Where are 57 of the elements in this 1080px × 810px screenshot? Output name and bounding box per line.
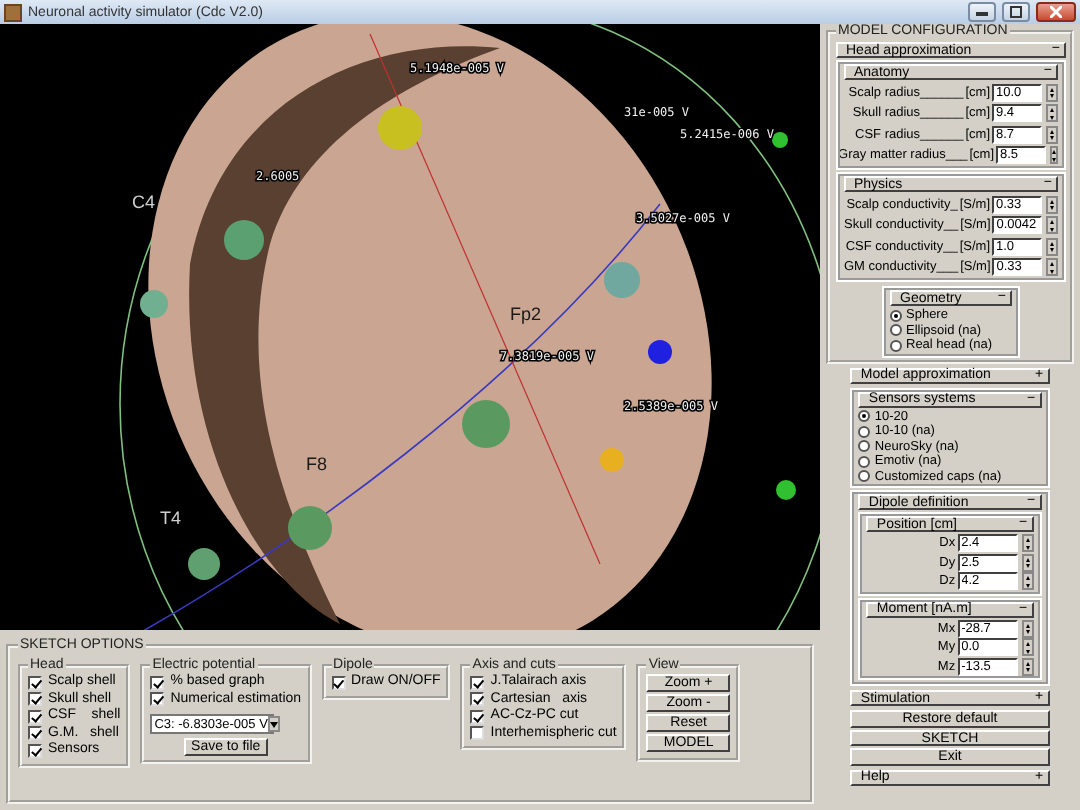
checkbox[interactable] — [28, 675, 42, 690]
electrode-label: T4 — [160, 508, 182, 528]
electrode-marker — [462, 400, 510, 448]
checkbox[interactable] — [470, 726, 485, 741]
radio-button[interactable] — [890, 324, 902, 337]
maximize-icon — [1010, 6, 1022, 18]
minimize-button[interactable] — [968, 2, 996, 22]
maximize-button[interactable] — [1002, 2, 1030, 22]
electrode-marker — [772, 132, 788, 148]
electrode-marker — [288, 506, 332, 550]
checkbox[interactable] — [28, 692, 42, 707]
electrode-marker — [188, 548, 220, 580]
radio-button[interactable] — [890, 309, 902, 322]
electrode-marker — [140, 290, 168, 318]
spin-button[interactable] — [1046, 258, 1058, 277]
spin-button[interactable] — [1046, 237, 1058, 256]
radio-button[interactable] — [858, 410, 871, 423]
electrode-label: F8 — [306, 454, 328, 474]
checkbox[interactable] — [470, 675, 485, 690]
checkbox[interactable] — [470, 692, 485, 707]
electrode-marker — [776, 480, 796, 500]
electrode-marker — [378, 106, 422, 150]
radio-button[interactable] — [858, 440, 871, 453]
dropdown-arrow-icon — [267, 716, 280, 732]
radio-button[interactable] — [858, 425, 871, 438]
minimize-icon — [976, 8, 988, 16]
checkbox[interactable] — [150, 692, 165, 707]
spin-button[interactable] — [1046, 216, 1058, 235]
checkbox[interactable] — [28, 743, 42, 758]
electrode-marker — [224, 220, 264, 260]
checkbox[interactable] — [28, 709, 42, 724]
checkbox[interactable] — [150, 675, 165, 690]
spin-button[interactable] — [1046, 83, 1058, 102]
checkbox[interactable] — [331, 675, 346, 690]
electrode-label: Fp2 — [510, 304, 542, 324]
checkbox[interactable] — [28, 726, 42, 741]
spin-button[interactable] — [1050, 146, 1058, 165]
spin-button[interactable] — [1046, 125, 1058, 144]
spin-button[interactable] — [1021, 572, 1034, 591]
electrode-label: C4 — [132, 192, 156, 212]
radio-button[interactable] — [858, 455, 871, 468]
electrode-marker — [604, 262, 640, 298]
spin-button[interactable] — [1021, 638, 1034, 657]
spin-button[interactable] — [1021, 534, 1034, 553]
spin-button[interactable] — [1046, 195, 1058, 214]
spin-button[interactable] — [1021, 619, 1034, 638]
radio-button[interactable] — [890, 339, 902, 352]
close-icon — [1050, 6, 1062, 18]
spin-button[interactable] — [1021, 553, 1034, 572]
close-button[interactable] — [1036, 2, 1076, 22]
checkbox[interactable] — [470, 709, 485, 724]
electrode-marker — [648, 340, 672, 364]
app-icon — [4, 3, 22, 21]
electrode-marker — [600, 448, 624, 472]
spin-button[interactable] — [1021, 657, 1034, 676]
spin-button[interactable] — [1046, 104, 1058, 123]
radio-button[interactable] — [858, 470, 871, 483]
